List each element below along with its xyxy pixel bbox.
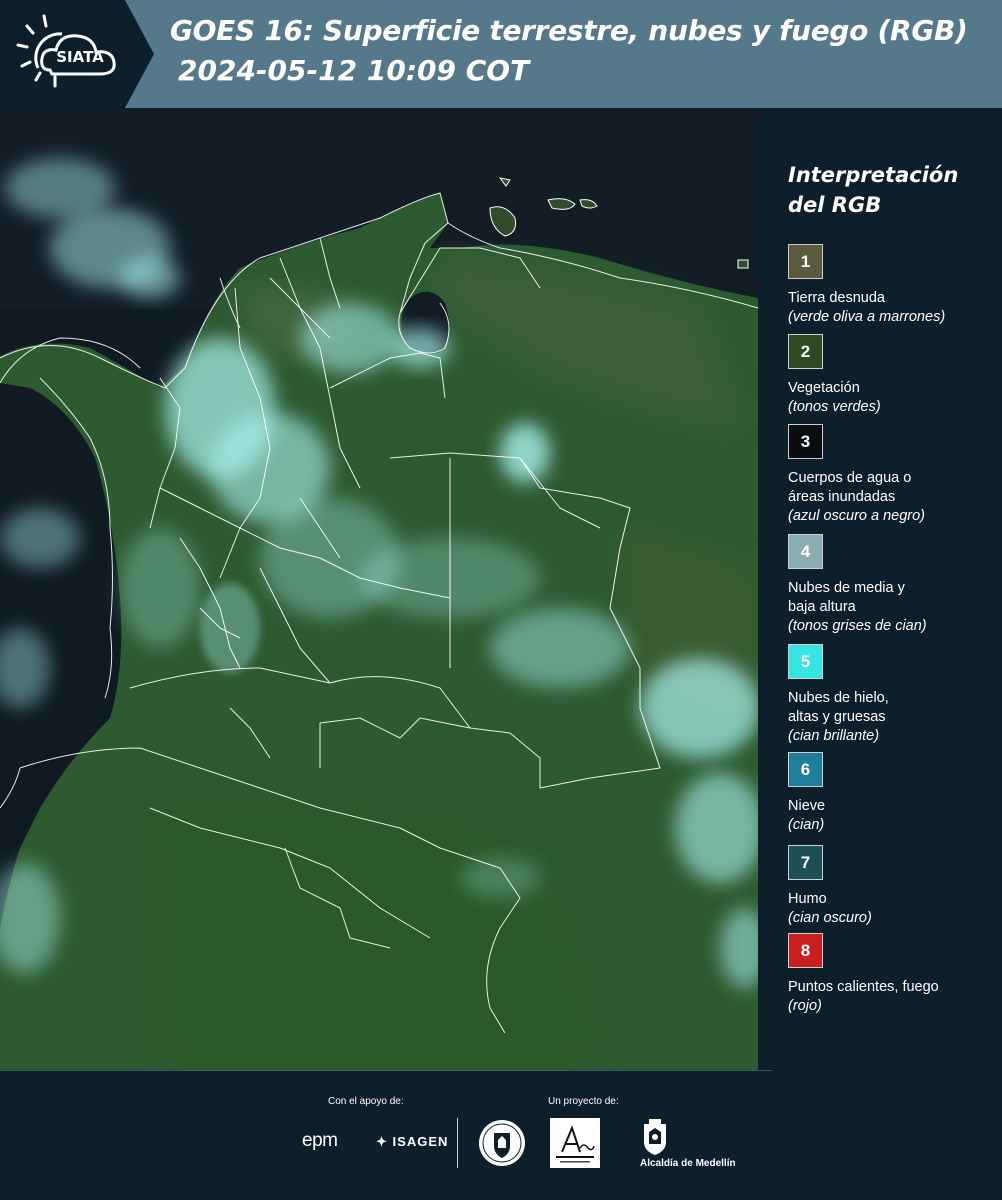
support-label: Con el apoyo de: — [328, 1096, 404, 1107]
siata-logo: SIATA — [0, 0, 154, 108]
isagen-logo: ✦ ISAGEN — [376, 1134, 449, 1149]
legend-label: Nubes de hielo, altas y gruesas (cian bril… — [788, 689, 998, 746]
legend-label: Puntos calientes, fuego (rojo) — [788, 978, 998, 1016]
legend-swatch: 8 — [788, 933, 823, 968]
isagen-mark-icon: ✦ — [376, 1134, 388, 1149]
epm-logo: epm — [302, 1130, 338, 1151]
legend-item: 6 Nieve (cian) — [788, 752, 998, 835]
legend-label: Cuerpos de agua o áreas inundadas (azul os… — [788, 469, 998, 526]
footer-vertical-divider — [457, 1118, 458, 1168]
legend-item: 1 Tierra desnuda (verde oliva a marrones) — [788, 244, 998, 327]
legend-label: Nieve (cian) — [788, 797, 998, 835]
satellite-map — [0, 108, 758, 1070]
legend-sublabel: (cian oscuro) — [788, 910, 872, 926]
legend-item: 4 Nubes de media y baja altura (tonos grise… — [788, 534, 998, 636]
legend-item: 3 Cuerpos de agua o áreas inundadas (azul o… — [788, 424, 998, 526]
seal-logo — [479, 1120, 525, 1166]
legend-item: 2 Vegetación (tonos verdes) — [788, 334, 998, 417]
legend-swatch: 5 — [788, 644, 823, 679]
alcaldia-crest-logo — [644, 1119, 666, 1155]
legend-swatch: 3 — [788, 424, 823, 459]
alcaldia-text: Alcaldía de Medellín — [640, 1158, 736, 1169]
page-title: GOES 16: Superficie terrestre, nubes y f… — [170, 14, 968, 47]
legend-sublabel: (tonos grises de cian) — [788, 618, 927, 634]
legend-label: Tierra desnuda (verde oliva a marrones) — [788, 289, 998, 327]
legend-item: 5 Nubes de hielo, altas y gruesas (cian bri… — [788, 644, 998, 746]
area-metropolitana-logo — [550, 1118, 600, 1168]
legend-label: Nubes de media y baja altura (tonos grises… — [788, 579, 998, 636]
legend-swatch: 1 — [788, 244, 823, 279]
legend-swatch: 2 — [788, 334, 823, 369]
legend-sublabel: (tonos verdes) — [788, 399, 881, 415]
legend-title: Interpretación del RGB — [788, 163, 959, 217]
legend-label: Humo (cian oscuro) — [788, 890, 998, 928]
legend-swatch: 4 — [788, 534, 823, 569]
legend-label: Vegetación (tonos verdes) — [788, 379, 998, 417]
page-datetime: 2024-05-12 10:09 COT — [178, 54, 530, 87]
legend-swatch: 6 — [788, 752, 823, 787]
project-label: Un proyecto de: — [548, 1096, 619, 1107]
legend-sublabel: (cian) — [788, 817, 825, 833]
legend-sublabel: (verde oliva a marrones) — [788, 309, 946, 325]
footer-divider-line — [0, 1070, 772, 1071]
legend-sublabel: (cian brillante) — [788, 728, 880, 744]
legend-item: 7 Humo (cian oscuro) — [788, 845, 998, 928]
logo-text: SIATA — [56, 48, 104, 66]
legend-sublabel: (rojo) — [788, 998, 822, 1014]
legend-swatch: 7 — [788, 845, 823, 880]
legend-sublabel: (azul oscuro a negro) — [788, 508, 926, 524]
header-bar: SIATA GOES 16: Superficie terrestre, nub… — [0, 0, 1002, 108]
legend-item: 8 Puntos calientes, fuego (rojo) — [788, 933, 998, 1016]
